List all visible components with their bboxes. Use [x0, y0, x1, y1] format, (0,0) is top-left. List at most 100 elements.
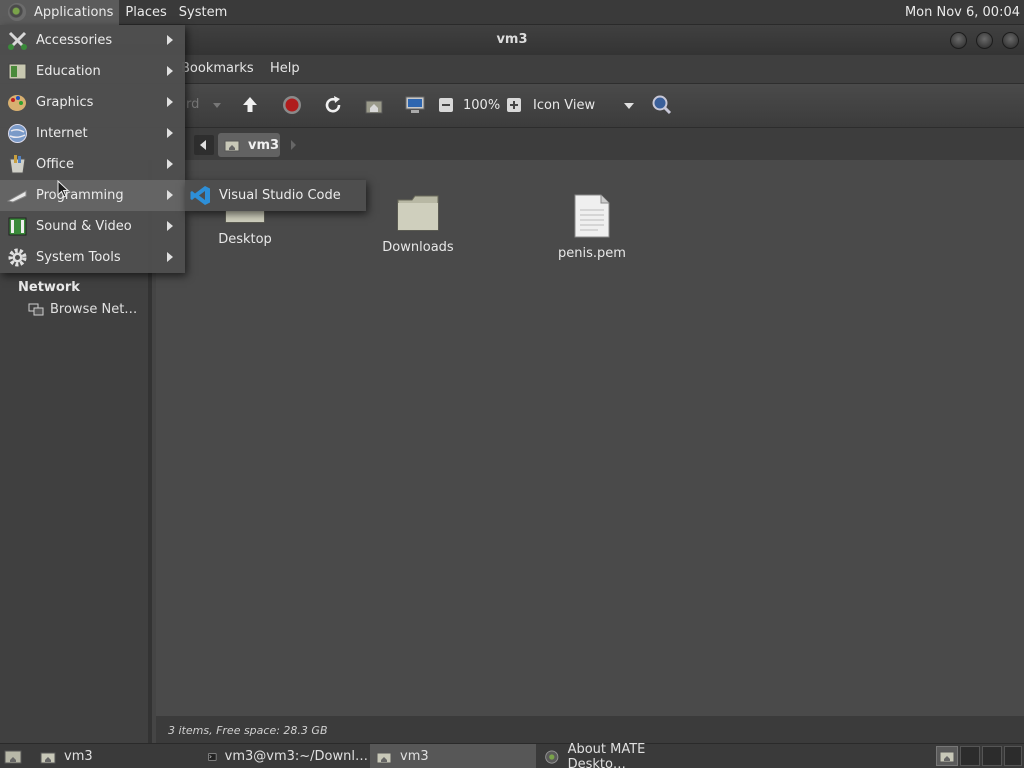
path-button-label: vm3	[248, 137, 280, 153]
submenu-arrow-icon	[167, 252, 173, 262]
folder-icon	[939, 751, 955, 763]
sidebar-browse-network[interactable]: Browse Net…	[28, 302, 137, 317]
menu-item-label: Visual Studio Code	[219, 188, 341, 203]
menu-item-graphics[interactable]: Graphics	[0, 87, 185, 118]
mouse-cursor-icon	[57, 180, 69, 198]
menu-item-label: System Tools	[36, 250, 121, 265]
menu-help[interactable]: Help	[270, 61, 300, 76]
forward-button-label[interactable]: rd	[186, 97, 199, 112]
folder-icon	[40, 752, 56, 763]
menu-item-label: Education	[36, 64, 101, 79]
sidebar-network-heading: Network	[18, 280, 80, 295]
top-panel: Applications Places System Mon Nov 6, 00…	[0, 0, 1024, 25]
submenu-arrow-icon	[167, 128, 173, 138]
menu-item-visual-studio-code[interactable]: Visual Studio Code	[185, 180, 366, 211]
workspace-2[interactable]	[960, 746, 980, 766]
gear-icon	[8, 248, 27, 267]
maximize-button[interactable]	[976, 32, 993, 49]
menu-item-label: Office	[36, 157, 74, 172]
reload-icon[interactable]	[321, 93, 345, 117]
home-icon[interactable]	[362, 93, 386, 117]
computer-icon[interactable]	[403, 93, 427, 117]
taskbar-item-vm3[interactable]: vm3	[34, 744, 200, 768]
applications-menu: Accessories Education Graphics Internet …	[0, 25, 185, 273]
office-icon	[9, 155, 26, 174]
network-icon	[28, 303, 44, 315]
submenu-arrow-icon	[167, 97, 173, 107]
menu-item-system-tools[interactable]: System Tools	[0, 242, 185, 273]
file-view[interactable]: Desktop Downloads penis.pem	[156, 160, 1024, 716]
minimize-button[interactable]	[950, 32, 967, 49]
mate-logo-icon	[8, 3, 26, 21]
taskbar-item-about-mate[interactable]: About MATE Deskto…	[538, 741, 704, 768]
menu-item-office[interactable]: Office	[0, 149, 185, 180]
zoom-out-icon[interactable]	[437, 96, 455, 114]
file-item-penis-pem[interactable]: penis.pem	[532, 194, 652, 261]
places-menu-button[interactable]: Places	[119, 0, 172, 25]
stop-icon[interactable]	[280, 93, 304, 117]
menu-item-label: Internet	[36, 126, 88, 141]
home-folder-icon	[224, 140, 240, 152]
view-mode-select[interactable]: Icon View	[533, 98, 595, 113]
path-button-vm3[interactable]: vm3	[218, 133, 280, 157]
path-back-button[interactable]	[194, 135, 214, 155]
clock[interactable]: Mon Nov 6, 00:04	[905, 0, 1020, 25]
submenu-arrow-icon	[167, 159, 173, 169]
menu-item-label: Graphics	[36, 95, 94, 110]
show-desktop-button[interactable]	[4, 748, 22, 764]
menu-item-internet[interactable]: Internet	[0, 118, 185, 149]
programming-submenu: Visual Studio Code	[185, 180, 366, 211]
forward-dropdown-icon[interactable]	[213, 103, 221, 108]
chevron-left-icon	[200, 140, 206, 150]
education-icon	[8, 63, 27, 80]
browse-network-label: Browse Net…	[50, 302, 138, 317]
view-mode-dropdown-icon[interactable]	[624, 103, 634, 109]
workspace-4[interactable]	[1004, 746, 1022, 766]
workspace-1[interactable]	[936, 746, 958, 766]
file-name: Desktop	[218, 232, 272, 247]
folder-icon	[376, 752, 392, 763]
sound-video-icon	[8, 217, 27, 236]
mate-icon	[545, 749, 559, 764]
menu-bookmarks[interactable]: Bookmarks	[181, 61, 254, 76]
internet-icon	[8, 124, 27, 143]
status-bar: 3 items, Free space: 28.3 GB	[156, 716, 1024, 743]
task-label: vm3	[64, 749, 93, 764]
file-name: penis.pem	[558, 246, 626, 261]
task-label: vm3@vm3:~/Downl…	[224, 749, 368, 764]
workspace-3[interactable]	[982, 746, 1002, 766]
search-icon[interactable]	[650, 93, 674, 117]
bottom-panel: vm3 vm3@vm3:~/Downl… vm3 About MATE Desk…	[0, 741, 1024, 768]
zoom-level: 100%	[463, 98, 501, 113]
vscode-icon	[190, 186, 210, 205]
menu-item-label: Accessories	[36, 33, 113, 48]
menu-item-programming[interactable]: Programming	[0, 180, 185, 211]
document-icon	[574, 194, 610, 238]
file-name: Downloads	[382, 240, 454, 255]
applications-label: Applications	[34, 4, 114, 20]
graphics-icon	[8, 95, 26, 111]
system-menu-button[interactable]: System	[173, 0, 233, 25]
submenu-arrow-icon	[167, 66, 173, 76]
menu-item-accessories[interactable]: Accessories	[0, 25, 185, 56]
taskbar-item-vm3-active[interactable]: vm3	[370, 744, 536, 768]
taskbar-item-terminal[interactable]: vm3@vm3:~/Downl…	[202, 744, 368, 768]
menu-item-education[interactable]: Education	[0, 56, 185, 87]
accessories-icon	[8, 31, 27, 50]
task-label: vm3	[400, 749, 429, 764]
terminal-icon	[208, 752, 217, 761]
task-label: About MATE Deskto…	[567, 741, 646, 768]
folder-icon	[397, 195, 439, 231]
desktop-icon	[4, 750, 22, 764]
chevron-right-icon[interactable]	[291, 140, 296, 150]
menu-item-label: Sound & Video	[36, 219, 132, 234]
close-button[interactable]	[1002, 32, 1019, 49]
file-item-downloads[interactable]: Downloads	[358, 194, 478, 255]
zoom-in-icon[interactable]	[505, 96, 523, 114]
up-arrow-icon[interactable]	[238, 93, 262, 117]
menu-item-sound-video[interactable]: Sound & Video	[0, 211, 185, 242]
applications-menu-button[interactable]: Applications	[0, 0, 120, 25]
submenu-arrow-icon	[167, 221, 173, 231]
submenu-arrow-icon	[167, 190, 173, 200]
programming-icon	[7, 190, 27, 203]
